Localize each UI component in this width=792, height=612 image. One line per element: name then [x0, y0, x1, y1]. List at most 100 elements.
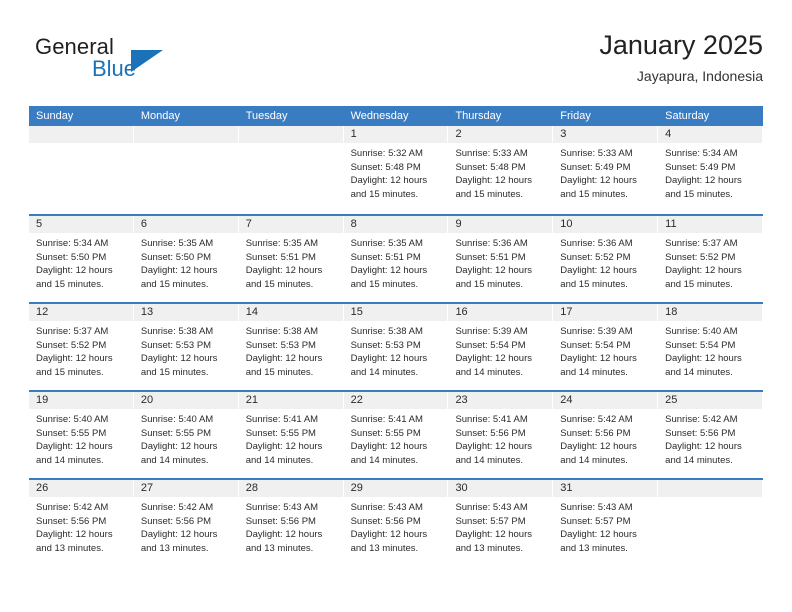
day-number: 10 [560, 218, 573, 230]
calendar-day-cell[interactable]: 1 Sunrise: 5:32 AM Sunset: 5:48 PM Daylight… [343, 126, 449, 214]
day-number: 3 [560, 128, 567, 140]
daylight-text-line1: Daylight: 12 hours [665, 441, 742, 453]
day-details: Sunrise: 5:43 AM Sunset: 5:56 PM Daylight:… [344, 497, 449, 555]
sunrise-text: Sunrise: 5:41 AM [350, 414, 423, 425]
calendar-day-cell[interactable]: 16 Sunrise: 5:39 AM Sunset: 5:54 PM Dayligh… [448, 304, 554, 390]
day-number-band: 26 [29, 480, 133, 497]
calendar-day-cell[interactable]: 10 Sunrise: 5:36 AM Sunset: 5:52 PM Dayligh… [553, 216, 659, 302]
daylight-text-line2: and 15 minutes. [36, 366, 104, 378]
day-number-band: 2 [448, 126, 553, 143]
sunset-text: Sunset: 5:48 PM [455, 161, 526, 173]
day-number: 26 [36, 482, 49, 494]
sunset-text: Sunset: 5:51 PM [245, 251, 316, 263]
day-details: Sunrise: 5:38 AM Sunset: 5:53 PM Daylight:… [344, 321, 449, 379]
weekday-header-row: Sunday Monday Tuesday Wednesday Thursday Frid… [29, 106, 763, 126]
calendar-week-row: 19 Sunrise: 5:40 AM Sunset: 5:55 PM Dayligh… [29, 390, 764, 478]
calendar-day-cell[interactable]: 6 Sunrise: 5:35 AM Sunset: 5:50 PM Daylight… [133, 216, 239, 302]
calendar-day-cell-empty [238, 126, 344, 214]
calendar-day-cell[interactable]: 4 Sunrise: 5:34 AM Sunset: 5:49 PM Daylight… [658, 126, 764, 214]
calendar-day-cell[interactable]: 5 Sunrise: 5:34 AM Sunset: 5:50 PM Daylight… [29, 216, 134, 302]
calendar-day-cell[interactable]: 9 Sunrise: 5:36 AM Sunset: 5:51 PM Daylight… [448, 216, 554, 302]
calendar-day-cell[interactable]: 20 Sunrise: 5:40 AM Sunset: 5:55 PM Dayligh… [133, 392, 239, 478]
calendar-day-cell[interactable]: 21 Sunrise: 5:41 AM Sunset: 5:55 PM Dayligh… [238, 392, 344, 478]
daylight-text-line1: Daylight: 12 hours [455, 441, 533, 453]
calendar-day-cell[interactable]: 2 Sunrise: 5:33 AM Sunset: 5:48 PM Daylight… [448, 126, 554, 214]
day-number: 29 [350, 482, 363, 494]
day-number-band: 15 [343, 304, 448, 321]
calendar-day-cell[interactable]: 11 Sunrise: 5:37 AM Sunset: 5:52 PM Dayligh… [658, 216, 764, 302]
sunset-text: Sunset: 5:54 PM [665, 339, 736, 351]
calendar-day-cell[interactable]: 8 Sunrise: 5:35 AM Sunset: 5:51 PM Daylight… [343, 216, 449, 302]
calendar-day-cell[interactable]: 14 Sunrise: 5:38 AM Sunset: 5:53 PM Dayligh… [238, 304, 344, 390]
sunset-text: Sunset: 5:56 PM [455, 427, 526, 439]
day-number: 15 [350, 306, 363, 318]
calendar-day-cell[interactable]: 24 Sunrise: 5:42 AM Sunset: 5:56 PM Dayligh… [553, 392, 659, 478]
calendar-day-cell[interactable]: 27 Sunrise: 5:42 AM Sunset: 5:56 PM Dayligh… [133, 480, 239, 566]
daylight-text-line2: and 15 minutes. [665, 188, 733, 200]
day-number: 4 [665, 128, 672, 140]
sunrise-text: Sunrise: 5:35 AM [140, 238, 214, 249]
daylight-text-line2: and 13 minutes. [36, 542, 104, 554]
calendar-day-cell[interactable]: 18 Sunrise: 5:40 AM Sunset: 5:54 PM Dayligh… [658, 304, 764, 390]
day-number-band [29, 126, 133, 143]
sunrise-text: Sunrise: 5:41 AM [245, 414, 319, 425]
calendar-day-cell[interactable]: 7 Sunrise: 5:35 AM Sunset: 5:51 PM Daylight… [238, 216, 344, 302]
daylight-text-line2: and 15 minutes. [560, 188, 628, 200]
day-details: Sunrise: 5:33 AM Sunset: 5:49 PM Daylight:… [553, 143, 658, 201]
day-details: Sunrise: 5:39 AM Sunset: 5:54 PM Daylight:… [553, 321, 658, 379]
calendar-day-cell[interactable]: 17 Sunrise: 5:39 AM Sunset: 5:54 PM Dayligh… [553, 304, 659, 390]
sunrise-text: Sunrise: 5:38 AM [350, 326, 423, 337]
day-number-band: 31 [553, 480, 658, 497]
calendar-day-cell[interactable]: 23 Sunrise: 5:41 AM Sunset: 5:56 PM Dayligh… [448, 392, 554, 478]
calendar-day-cell[interactable]: 29 Sunrise: 5:43 AM Sunset: 5:56 PM Dayligh… [343, 480, 449, 566]
daylight-text-line2: and 13 minutes. [455, 542, 524, 554]
calendar-day-cell-empty [29, 126, 134, 214]
daylight-text-line1: Daylight: 12 hours [665, 353, 742, 365]
daylight-text-line1: Daylight: 12 hours [36, 353, 113, 365]
calendar-day-cell[interactable]: 26 Sunrise: 5:42 AM Sunset: 5:56 PM Dayligh… [29, 480, 134, 566]
day-number: 27 [140, 482, 154, 494]
daylight-text-line1: Daylight: 12 hours [350, 175, 428, 187]
day-number: 28 [245, 482, 258, 494]
weekday-header-thursday: Thursday [455, 110, 502, 122]
day-number: 17 [560, 306, 573, 318]
daylight-text-line1: Daylight: 12 hours [36, 441, 113, 453]
daylight-text-line2: and 14 minutes. [665, 454, 733, 466]
day-details: Sunrise: 5:36 AM Sunset: 5:51 PM Daylight:… [448, 233, 553, 291]
daylight-text-line1: Daylight: 12 hours [560, 265, 637, 277]
daylight-text-line2: and 15 minutes. [350, 278, 419, 290]
calendar-day-cell[interactable]: 15 Sunrise: 5:38 AM Sunset: 5:53 PM Dayligh… [343, 304, 449, 390]
day-number-band: 8 [343, 216, 448, 233]
day-details: Sunrise: 5:43 AM Sunset: 5:56 PM Daylight:… [239, 497, 344, 555]
day-number: 20 [140, 394, 154, 406]
calendar-day-cell-empty [133, 126, 239, 214]
daylight-text-line2: and 15 minutes. [245, 278, 314, 290]
sunset-text: Sunset: 5:49 PM [560, 161, 631, 173]
calendar-page: General Blue January 2025 Jayapura, Indo… [0, 0, 792, 612]
calendar-day-cell[interactable]: 31 Sunrise: 5:43 AM Sunset: 5:57 PM Dayligh… [553, 480, 659, 566]
day-number-band: 5 [29, 216, 133, 233]
day-number-band: 16 [448, 304, 553, 321]
calendar-day-cell[interactable]: 19 Sunrise: 5:40 AM Sunset: 5:55 PM Dayligh… [29, 392, 134, 478]
day-number: 11 [665, 218, 677, 230]
calendar-day-cell[interactable]: 12 Sunrise: 5:37 AM Sunset: 5:52 PM Dayligh… [29, 304, 134, 390]
day-number-band: 10 [553, 216, 658, 233]
day-number-band: 21 [238, 392, 343, 409]
calendar-day-cell[interactable]: 13 Sunrise: 5:38 AM Sunset: 5:53 PM Dayligh… [133, 304, 239, 390]
calendar-day-cell[interactable]: 30 Sunrise: 5:43 AM Sunset: 5:57 PM Dayligh… [448, 480, 554, 566]
calendar-day-cell[interactable]: 22 Sunrise: 5:41 AM Sunset: 5:55 PM Dayligh… [343, 392, 449, 478]
day-number-band: 7 [238, 216, 343, 233]
day-details: Sunrise: 5:37 AM Sunset: 5:52 PM Daylight:… [658, 233, 763, 291]
calendar-week-row: 1 Sunrise: 5:32 AM Sunset: 5:48 PM Daylight… [29, 126, 764, 214]
sunset-text: Sunset: 5:52 PM [665, 251, 736, 263]
calendar-day-cell[interactable]: 3 Sunrise: 5:33 AM Sunset: 5:49 PM Daylight… [553, 126, 659, 214]
daylight-text-line2: and 15 minutes. [350, 188, 419, 200]
day-details: Sunrise: 5:37 AM Sunset: 5:52 PM Daylight:… [29, 321, 134, 379]
day-details: Sunrise: 5:43 AM Sunset: 5:57 PM Daylight:… [448, 497, 553, 555]
sunrise-text: Sunrise: 5:40 AM [665, 326, 738, 337]
sunrise-text: Sunrise: 5:38 AM [140, 326, 214, 337]
general-blue-logo[interactable]: General Blue [35, 34, 245, 94]
calendar-day-cell[interactable]: 25 Sunrise: 5:42 AM Sunset: 5:56 PM Dayligh… [658, 392, 764, 478]
calendar-day-cell[interactable]: 28 Sunrise: 5:43 AM Sunset: 5:56 PM Dayligh… [238, 480, 344, 566]
sunset-text: Sunset: 5:53 PM [245, 339, 316, 351]
